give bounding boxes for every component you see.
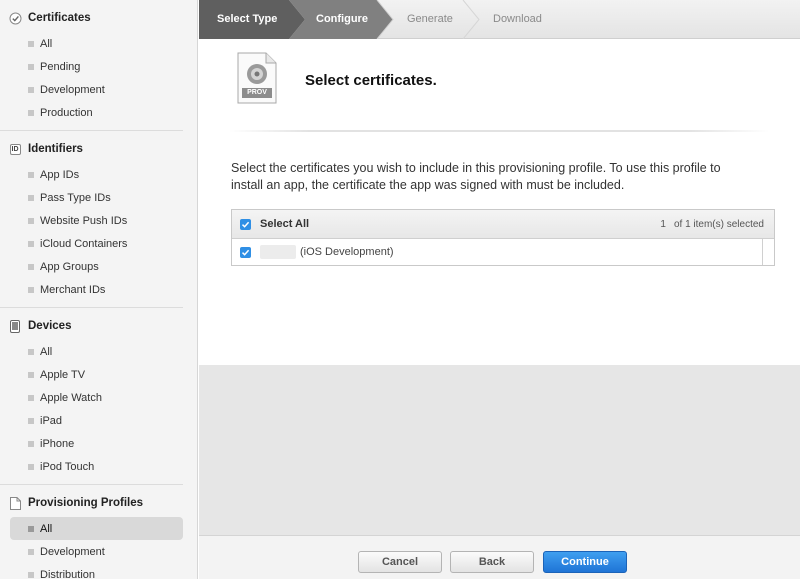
- sidebar-section-header: Certificates: [0, 4, 197, 32]
- sidebar-section-provisioning-profiles: Provisioning Profiles All Development Di…: [0, 485, 197, 579]
- certificate-icon: [8, 11, 22, 25]
- sidebar-item-apple-tv[interactable]: Apple TV: [10, 363, 183, 386]
- sidebar-item-label: Development: [40, 83, 105, 96]
- sidebar-section-title: Certificates: [28, 12, 91, 24]
- certificates-table: Select All 1 of 1 item(s) selected (iOS D…: [231, 209, 775, 266]
- sidebar-item-label: Distribution: [40, 568, 96, 579]
- sidebar-item-label: iPod Touch: [40, 460, 95, 473]
- sidebar-item-label: iCloud Containers: [40, 237, 128, 250]
- certificate-row[interactable]: (iOS Development): [232, 239, 774, 265]
- sidebar-item-label: All: [40, 37, 53, 50]
- sidebar-item-app-ids[interactable]: App IDs: [10, 163, 183, 186]
- cancel-button[interactable]: Cancel: [358, 551, 442, 573]
- sidebar-item-ipod-touch[interactable]: iPod Touch: [10, 455, 183, 478]
- id-icon: ID: [8, 142, 22, 156]
- divider: [229, 130, 769, 132]
- selection-count: 1 of 1 item(s) selected: [660, 210, 764, 239]
- sidebar-item-certificates-all[interactable]: All: [10, 32, 183, 55]
- sidebar-item-label: App IDs: [40, 168, 80, 181]
- sidebar-item-label: Pending: [40, 60, 81, 73]
- sidebar-item-profiles-distribution[interactable]: Distribution: [10, 563, 183, 579]
- select-all-label[interactable]: Select All: [260, 218, 309, 230]
- sidebar-item-profiles-all[interactable]: All: [10, 517, 183, 540]
- checkmark-icon: [241, 221, 250, 228]
- page-description: Select the certificates you wish to incl…: [231, 161, 721, 192]
- checkmark-icon: [241, 249, 250, 256]
- sidebar-item-label: Production: [40, 106, 93, 119]
- certificates-table-header: Select All 1 of 1 item(s) selected: [232, 210, 774, 239]
- step-select-type: Select Type: [217, 13, 278, 25]
- sidebar-item-merchant-ids[interactable]: Merchant IDs: [10, 278, 183, 301]
- sidebar-item-label: Apple TV: [40, 368, 86, 381]
- sidebar-item-label: Development: [40, 545, 105, 558]
- sidebar-item-certificates-production[interactable]: Production: [10, 101, 183, 124]
- wizard-steps: Select Type Configure Generate Download: [199, 0, 800, 39]
- prov-icon-label: PROV: [247, 89, 267, 96]
- sidebar-item-iphone[interactable]: iPhone: [10, 432, 183, 455]
- sidebar-item-label: Apple Watch: [40, 391, 102, 404]
- sidebar-item-label: Merchant IDs: [40, 283, 106, 296]
- footer-bar: Cancel Back Continue: [199, 535, 800, 579]
- sidebar-section-identifiers: ID Identifiers App IDs Pass Type IDs Web…: [0, 131, 197, 308]
- sidebar-section-header: ID Identifiers: [0, 135, 197, 163]
- table-scrollbar[interactable]: [762, 239, 774, 265]
- sidebar-section-devices: Devices All Apple TV Apple Watch iPad iP…: [0, 308, 197, 485]
- step-generate: Generate: [407, 13, 453, 25]
- redacted-certificate-name: [260, 245, 296, 259]
- sidebar-section-title: Identifiers: [28, 143, 83, 155]
- sidebar-item-website-push-ids[interactable]: Website Push IDs: [10, 209, 183, 232]
- back-button[interactable]: Back: [450, 551, 534, 573]
- sidebar-item-pass-type-ids[interactable]: Pass Type IDs: [10, 186, 183, 209]
- sidebar-item-label: App Groups: [40, 260, 99, 273]
- sidebar-item-label: Pass Type IDs: [40, 191, 111, 204]
- sidebar-section-header: Devices: [0, 312, 197, 340]
- select-all-checkbox[interactable]: [240, 218, 251, 230]
- document-icon: [8, 496, 22, 510]
- device-icon: [8, 319, 22, 333]
- sidebar-item-label: iPhone: [40, 437, 75, 450]
- content-filler: [199, 365, 800, 535]
- sidebar-item-label: Website Push IDs: [40, 214, 128, 227]
- sidebar-item-label: iPad: [40, 414, 63, 427]
- sidebar-item-label: All: [40, 522, 53, 535]
- step-configure: Configure: [316, 13, 368, 25]
- step-download: Download: [493, 13, 542, 25]
- sidebar-item-certificates-development[interactable]: Development: [10, 78, 183, 101]
- sidebar-item-ipad[interactable]: iPad: [10, 409, 183, 432]
- sidebar-item-icloud-containers[interactable]: iCloud Containers: [10, 232, 183, 255]
- sidebar-item-profiles-development[interactable]: Development: [10, 540, 183, 563]
- sidebar: Certificates All Pending Development Pro…: [0, 0, 198, 579]
- sidebar-section-certificates: Certificates All Pending Development Pro…: [0, 0, 197, 131]
- certificate-label: (iOS Development): [300, 246, 394, 258]
- sidebar-item-devices-all[interactable]: All: [10, 340, 183, 363]
- sidebar-item-certificates-pending[interactable]: Pending: [10, 55, 183, 78]
- id-badge: ID: [9, 143, 21, 155]
- sidebar-section-header: Provisioning Profiles: [0, 489, 197, 517]
- sidebar-item-apple-watch[interactable]: Apple Watch: [10, 386, 183, 409]
- sidebar-section-title: Provisioning Profiles: [28, 497, 144, 509]
- page-title: Select certificates.: [305, 72, 437, 89]
- certificate-checkbox[interactable]: [240, 246, 251, 258]
- sidebar-section-title: Devices: [28, 320, 72, 332]
- main-content: PROV Select certificates. Select the cer…: [199, 40, 800, 365]
- sidebar-item-label: All: [40, 345, 53, 358]
- selection-count-number: 1: [660, 219, 666, 230]
- selection-count-text: of 1 item(s) selected: [673, 219, 764, 230]
- sidebar-item-app-groups[interactable]: App Groups: [10, 255, 183, 278]
- profile-icon-wrap: PROV: [237, 52, 277, 104]
- continue-button[interactable]: Continue: [543, 551, 627, 573]
